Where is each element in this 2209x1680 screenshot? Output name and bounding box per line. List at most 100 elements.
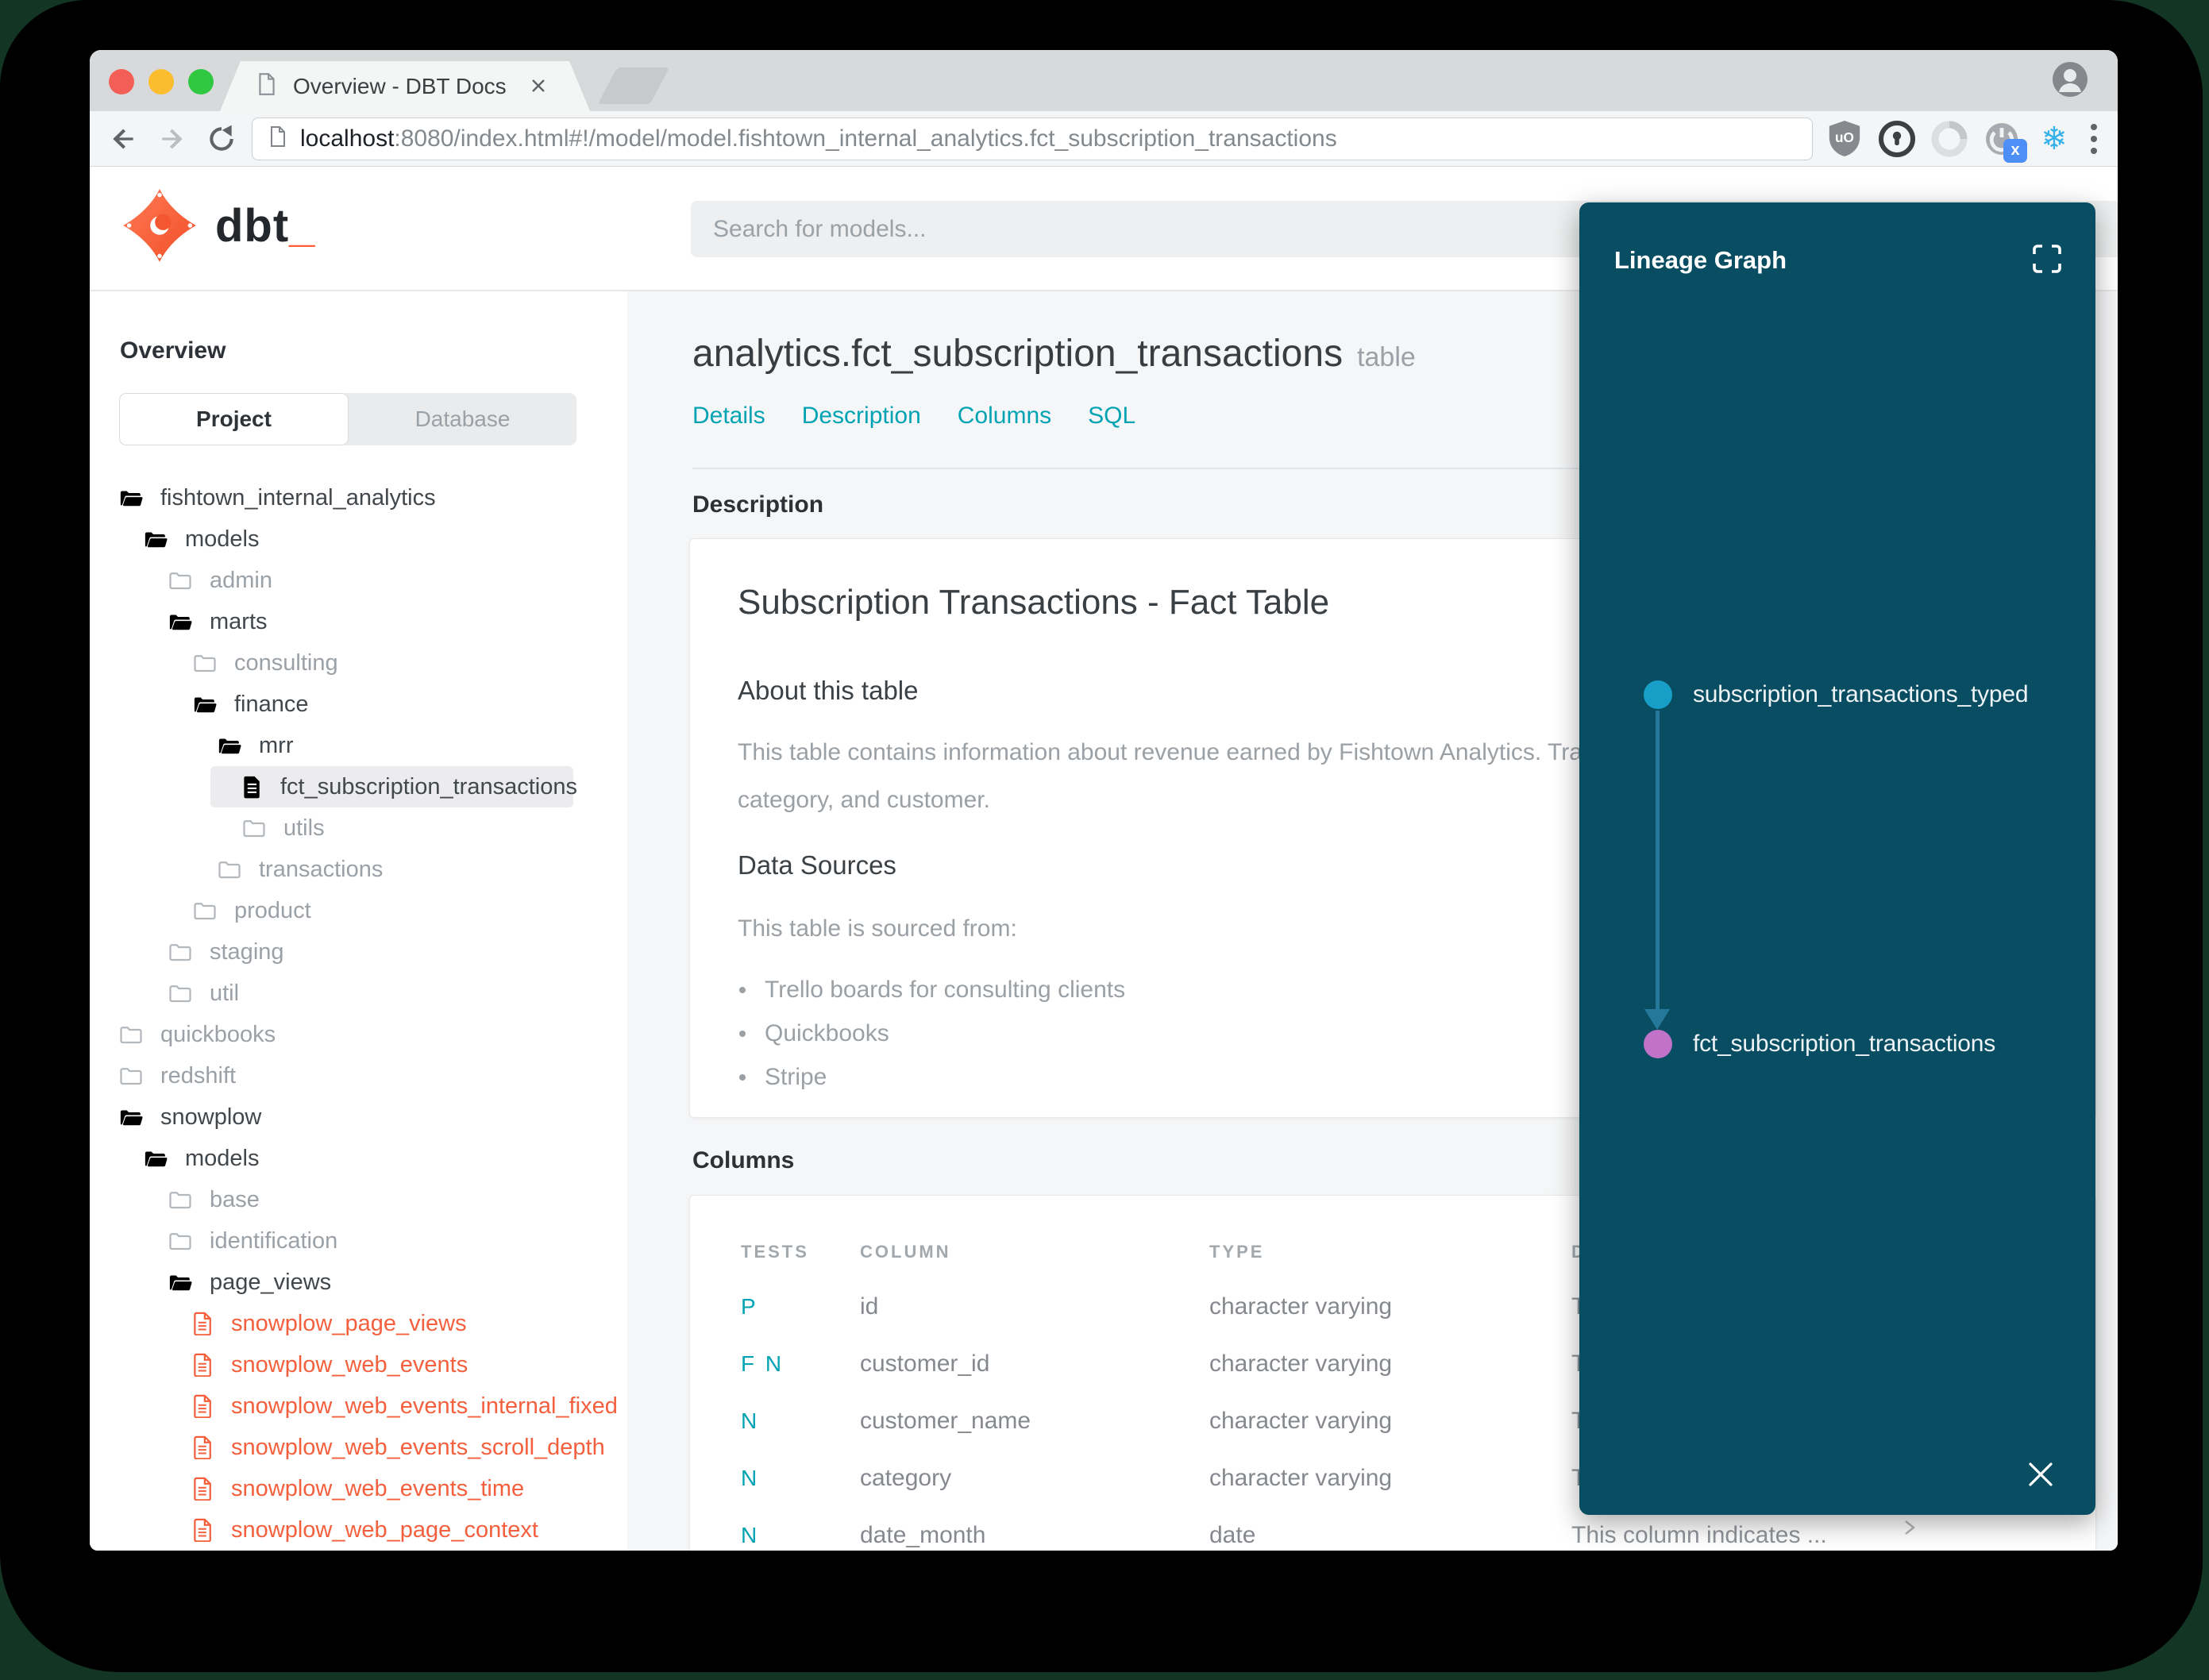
materialization-badge: table xyxy=(1357,342,1416,372)
tree-item-models[interactable]: models xyxy=(90,518,627,560)
tree-item-utils[interactable]: utils xyxy=(90,807,627,849)
close-icon[interactable] xyxy=(2025,1458,2057,1494)
onepassword-extension-icon[interactable] xyxy=(1876,118,1918,160)
tree-item-redshift[interactable]: redshift xyxy=(90,1055,627,1096)
lineage-edge xyxy=(1656,711,1660,1015)
close-window-button[interactable] xyxy=(109,69,134,94)
tests-cell: N xyxy=(741,1408,760,1433)
about-paragraph-line2: category, and customer. xyxy=(738,787,990,813)
type-cell: character varying xyxy=(1209,1408,1393,1434)
forward-icon[interactable] xyxy=(156,123,188,155)
fullscreen-icon[interactable] xyxy=(2030,242,2064,279)
tree-item-util[interactable]: util xyxy=(90,973,627,1014)
node-label: fct_subscription_transactions xyxy=(1693,1031,1996,1057)
screenshot-canvas: Overview - DBT Docs localhost:8080/index… xyxy=(0,0,2209,1680)
tree-item-finance[interactable]: finance xyxy=(90,684,627,725)
sidebar-heading: Overview xyxy=(120,337,226,364)
dbt-logo-text: dbt_ xyxy=(215,199,316,252)
new-tab-button[interactable] xyxy=(597,67,670,104)
tests-cell: F N xyxy=(741,1351,785,1376)
tab-close-icon[interactable] xyxy=(528,75,549,100)
page-icon xyxy=(256,72,277,100)
tab-project[interactable]: Project xyxy=(119,393,349,445)
tree-item-fct-subscription-transactions[interactable]: fct_subscription_transactions xyxy=(210,766,577,807)
list-item: Quickbooks xyxy=(739,1011,1125,1055)
tree-item-fishtown-internal-analytics[interactable]: fishtown_internal_analytics xyxy=(90,477,627,518)
bullet-dot xyxy=(739,1030,746,1037)
lineage-node-fct-subscription-transactions[interactable]: fct_subscription_transactions xyxy=(1644,1030,1995,1058)
tree-item-snowplow[interactable]: snowplow xyxy=(90,1096,627,1138)
model-nav: Details Description Columns SQL xyxy=(692,403,1135,430)
tree-item-product[interactable]: product xyxy=(90,890,627,931)
view-toggle: Project Database xyxy=(119,393,576,445)
tree-item-snowplow-web-events-time[interactable]: snowplow_web_events_time xyxy=(90,1468,627,1509)
column-cell: customer_id xyxy=(860,1351,990,1377)
type-cell: character varying xyxy=(1209,1293,1393,1320)
tree-item-base[interactable]: base xyxy=(90,1179,627,1220)
tree-item-snowplow-web-events-scroll-depth[interactable]: snowplow_web_events_scroll_depth xyxy=(90,1427,627,1468)
browser-toolbar: localhost:8080/index.html#!/model/model.… xyxy=(90,111,2118,167)
power-extension-icon[interactable]: x xyxy=(1981,118,2027,163)
column-header-type: TYPE xyxy=(1209,1242,1265,1262)
tab-database[interactable]: Database xyxy=(349,393,576,445)
type-cell: character varying xyxy=(1209,1465,1393,1491)
page-title: analytics.fct_subscription_transactions t… xyxy=(692,333,1416,375)
minimize-window-button[interactable] xyxy=(148,69,174,94)
reload-icon[interactable] xyxy=(206,123,237,155)
back-icon[interactable] xyxy=(107,123,139,155)
browser-tab-bar: Overview - DBT Docs xyxy=(90,50,2118,111)
data-sources-intro: This table is sourced from: xyxy=(738,915,1017,942)
nav-link-sql[interactable]: SQL xyxy=(1088,403,1135,430)
column-cell: id xyxy=(860,1293,879,1320)
tree-item-admin[interactable]: admin xyxy=(90,560,627,601)
tree-item-staging[interactable]: staging xyxy=(90,931,627,973)
disabled-extension-icon[interactable] xyxy=(1929,118,1970,160)
browser-tab[interactable]: Overview - DBT Docs xyxy=(220,61,590,111)
tree-item-snowplow-models[interactable]: models xyxy=(90,1138,627,1179)
url-bar[interactable]: localhost:8080/index.html#!/model/model.… xyxy=(252,117,1813,160)
snowflake-glyph: ❄ xyxy=(2041,121,2068,156)
tests-cell: N xyxy=(741,1466,760,1490)
ublock-extension-icon[interactable]: uO xyxy=(1824,118,1865,160)
tree-item-snowplow-web-events[interactable]: snowplow_web_events xyxy=(90,1344,627,1385)
snowflake-extension-icon[interactable]: ❄ xyxy=(2034,118,2075,160)
column-cell: category xyxy=(860,1465,952,1491)
dbt-logo-icon xyxy=(123,189,196,262)
tree-item-snowplow-web-events-internal-fixed[interactable]: snowplow_web_events_internal_fixed xyxy=(90,1385,627,1427)
type-cell: character varying xyxy=(1209,1351,1393,1377)
tree-item-transactions[interactable]: transactions xyxy=(90,849,627,890)
data-sources-list: Trello boards for consulting clients Qui… xyxy=(739,968,1125,1099)
bullet-dot xyxy=(739,1073,746,1081)
profile-avatar-icon[interactable] xyxy=(2051,60,2089,98)
node-dot xyxy=(1644,680,1672,709)
nav-link-details[interactable]: Details xyxy=(692,403,765,430)
browser-window: Overview - DBT Docs localhost:8080/index… xyxy=(90,50,2118,1551)
dbt-logo[interactable]: dbt_ xyxy=(121,187,315,264)
tree-item-page-views[interactable]: page_views xyxy=(90,1262,627,1303)
nav-link-description[interactable]: Description xyxy=(802,403,921,430)
tree-item-identification[interactable]: identification xyxy=(90,1220,627,1262)
sidebar: Overview Project Database fishtown_inter… xyxy=(90,291,627,1551)
tests-cell: P xyxy=(741,1294,758,1319)
lineage-node-subscription-transactions-typed[interactable]: subscription_transactions_typed xyxy=(1644,680,2029,709)
description-section-header: Description xyxy=(692,491,824,518)
data-sources-heading: Data Sources xyxy=(738,850,896,880)
column-cell: date_month xyxy=(860,1522,986,1548)
file-tree: fishtown_internal_analytics models admin… xyxy=(90,477,627,1551)
lineage-graph-title: Lineage Graph xyxy=(1614,246,1787,274)
nav-link-columns[interactable]: Columns xyxy=(958,403,1051,430)
column-header-column: COLUMN xyxy=(860,1242,951,1262)
zoom-window-button[interactable] xyxy=(188,69,214,94)
tree-item-quickbooks[interactable]: quickbooks xyxy=(90,1014,627,1055)
bullet-dot xyxy=(739,986,746,993)
node-label: subscription_transactions_typed xyxy=(1693,681,2029,707)
tree-item-marts[interactable]: marts xyxy=(90,601,627,642)
url-host: localhost xyxy=(300,125,395,152)
node-dot xyxy=(1644,1030,1672,1058)
tree-item-snowplow-web-page-context[interactable]: snowplow_web_page_context xyxy=(90,1509,627,1551)
tree-item-consulting[interactable]: consulting xyxy=(90,642,627,684)
tree-item-mrr[interactable]: mrr xyxy=(90,725,627,766)
tree-item-snowplow-page-views[interactable]: snowplow_page_views xyxy=(90,1303,627,1344)
browser-menu-icon[interactable] xyxy=(2091,123,2097,154)
ublock-label: uO xyxy=(1835,129,1854,144)
